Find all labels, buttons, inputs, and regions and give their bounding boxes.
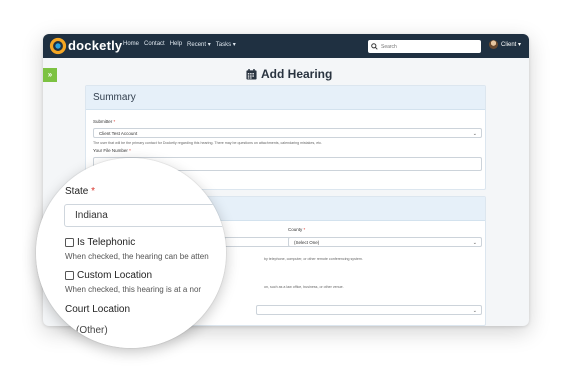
telephonic-checkbox-row[interactable]: Is Telephonic <box>65 237 135 248</box>
file-number-label: Your File Number * <box>93 148 131 153</box>
nav-links: Home Contact Help Recent ▾ Tasks ▾ <box>123 41 236 48</box>
user-menu[interactable]: Client ▾ <box>489 40 521 49</box>
expand-icon: » <box>47 70 53 79</box>
chevron-down-icon: ⌄ <box>472 308 477 314</box>
custom-location-help-tail: on, such as a law office, business, or o… <box>264 285 344 289</box>
avatar <box>489 40 498 49</box>
custom-location-checkbox[interactable] <box>65 271 74 280</box>
sidebar-expand-button[interactable]: » <box>43 68 57 82</box>
nav-contact[interactable]: Contact <box>144 41 165 48</box>
county-label: County * <box>288 227 306 232</box>
court-location-label: Court Location <box>65 304 131 315</box>
nav-home[interactable]: Home <box>123 41 139 48</box>
submitter-label: Submitter * <box>93 119 116 124</box>
nav-tasks-dropdown[interactable]: Tasks ▾ <box>216 41 236 48</box>
chevron-down-icon: ⌄ <box>472 131 477 137</box>
submitter-value: Client Test Account <box>99 130 138 136</box>
magnifier-zoom: State * Indiana Is Telephonic When check… <box>36 158 226 348</box>
docketly-logo-icon[interactable] <box>49 37 67 55</box>
state-value: Indiana <box>75 210 108 221</box>
summary-heading: Summary <box>86 86 485 110</box>
custom-location-help: When checked, this hearing is at a nor <box>65 285 202 294</box>
custom-location-label: Custom Location <box>77 270 153 281</box>
telephonic-checkbox[interactable] <box>65 238 74 247</box>
court-location-select-partial[interactable]: ⌄ <box>256 305 482 315</box>
top-navbar: docketly Home Contact Help Recent ▾ Task… <box>43 34 529 58</box>
calendar-icon <box>246 68 257 80</box>
search-input[interactable] <box>381 43 476 50</box>
chevron-down-icon: ⌄ <box>472 240 477 246</box>
page-title-text: Add Hearing <box>261 67 333 81</box>
submitter-help: The user that will be the primary contac… <box>93 141 323 145</box>
state-label: State * <box>65 186 96 197</box>
brand-name[interactable]: docketly <box>68 38 122 53</box>
submitter-select[interactable]: Client Test Account ⌄ <box>93 128 482 138</box>
user-menu-label: Client ▾ <box>501 42 522 48</box>
search-icon <box>371 43 378 50</box>
search-box[interactable] <box>368 40 481 53</box>
county-value: (Select One) <box>294 239 320 245</box>
custom-location-checkbox-row[interactable]: Custom Location <box>65 270 152 281</box>
county-select[interactable]: (Select One) ⌄ <box>288 237 482 247</box>
telephonic-help: When checked, the hearing can be atten <box>65 252 209 261</box>
telephonic-help-tail: by telephone, computer, or other remote … <box>264 257 363 261</box>
nav-recent-dropdown[interactable]: Recent ▾ <box>187 41 211 48</box>
nav-help[interactable]: Help <box>170 41 182 48</box>
state-select[interactable]: Indiana <box>64 204 226 227</box>
court-location-value[interactable]: (Other) <box>76 325 108 336</box>
telephonic-label: Is Telephonic <box>77 237 136 248</box>
page-title: Add Hearing <box>246 67 332 81</box>
